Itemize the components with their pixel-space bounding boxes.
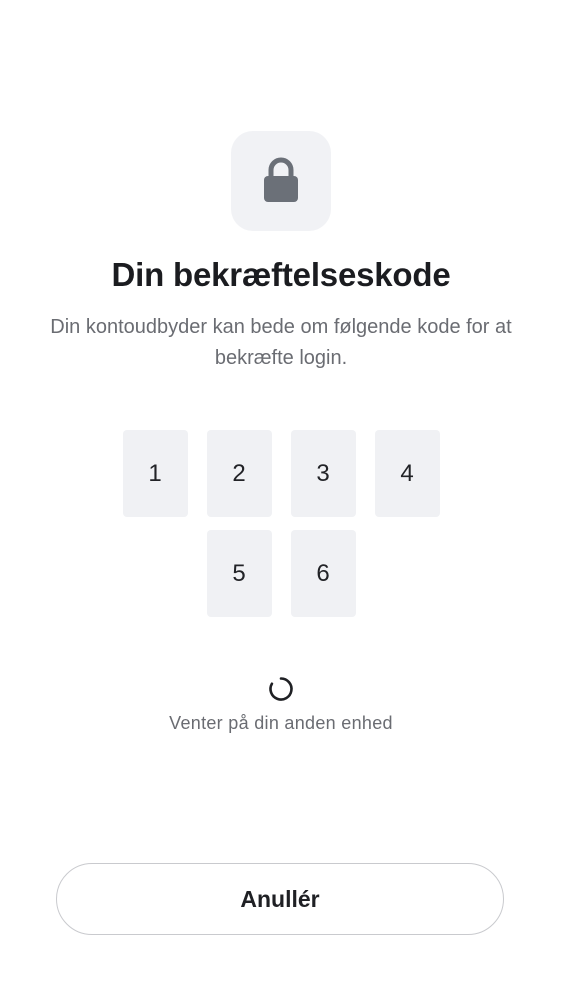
verification-code: 1 2 3 4 5 6	[81, 430, 481, 617]
page-title: Din bekræftelseskode	[111, 256, 451, 293]
code-digit: 3	[290, 430, 356, 517]
code-digit: 2	[206, 430, 272, 517]
code-digit: 4	[374, 430, 440, 517]
waiting-status-text: Venter på din anden enhed	[169, 713, 393, 733]
loading-spinner-icon	[268, 676, 294, 702]
lock-icon	[261, 156, 301, 206]
page-subtitle: Din kontoudbyder kan bede om følgende ko…	[50, 316, 512, 369]
lock-icon-tile	[231, 131, 331, 231]
code-digit: 5	[206, 530, 272, 617]
code-digit: 6	[290, 530, 356, 617]
cancel-button[interactable]: Anullér	[56, 863, 504, 935]
code-digit: 1	[122, 430, 188, 517]
